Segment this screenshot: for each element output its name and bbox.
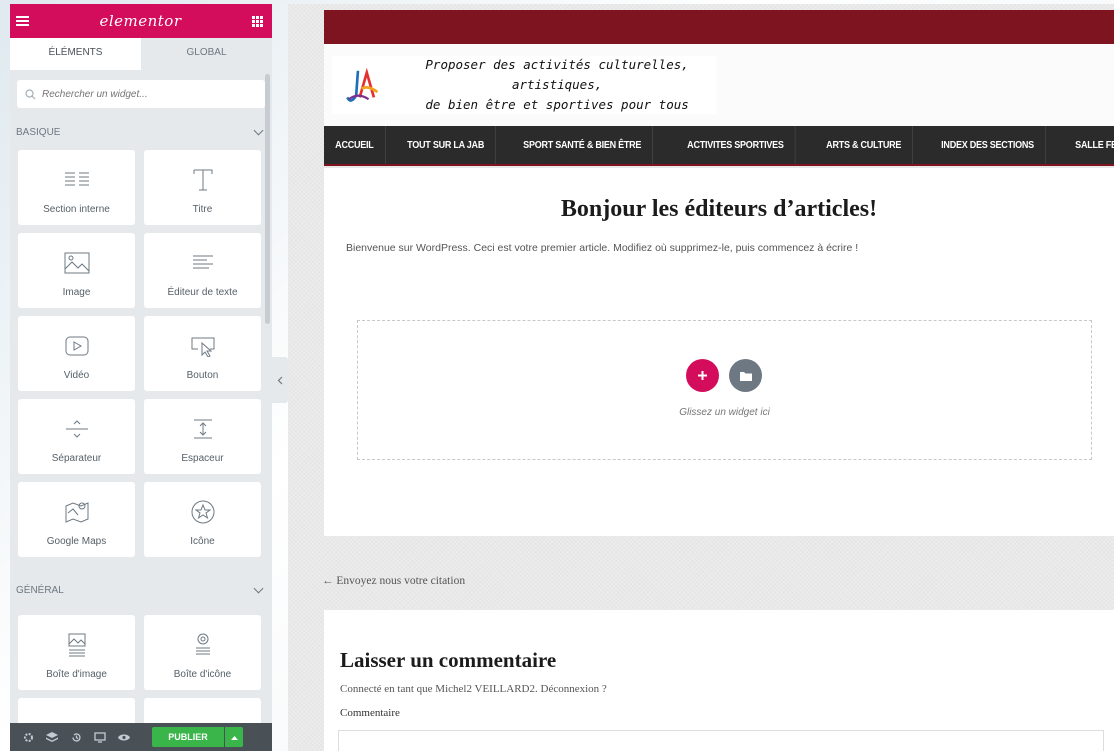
elementor-logo: elementor xyxy=(99,12,182,30)
elementor-panel: elementor ÉLÉMENTS GLOBAL BASIQUE Sectio… xyxy=(10,4,272,751)
widget-google-maps[interactable]: Google Maps xyxy=(18,482,135,557)
site-header: Proposer des activités culturelles, arti… xyxy=(324,44,1114,126)
main-navigation: ACCUEIL TOUT SUR LA JAB SPORT SANTÉ & BI… xyxy=(324,126,1114,166)
logged-in-text: Connecté en tant que Michel2 VEILLARD2. … xyxy=(340,683,607,695)
nav-item-tout-sur-la-jab[interactable]: TOUT SUR LA JAB xyxy=(396,126,496,164)
add-section-button[interactable] xyxy=(686,359,719,392)
navigator-layers-icon[interactable] xyxy=(40,731,64,743)
text-editor-icon xyxy=(191,248,215,278)
category-general-header[interactable]: GÉNÉRAL xyxy=(10,565,272,615)
widget-grid-basique: Section interne Titre Image Éditeur de t… xyxy=(10,150,272,557)
button-icon xyxy=(190,331,216,361)
nav-item-sport-sante[interactable]: SPORT SANTÉ & BIEN ÊTRE xyxy=(512,126,654,164)
widget-label: Icône xyxy=(190,535,215,547)
chevron-down-icon xyxy=(253,125,264,135)
article-body: Bienvenue sur WordPress. Ceci est votre … xyxy=(346,242,859,254)
drop-zone-text: Glissez un widget ici xyxy=(679,407,770,418)
panel-footer: PUBLIER xyxy=(10,723,272,751)
nav-item-arts-culture[interactable]: ARTS & CULTURE xyxy=(815,126,914,164)
caret-up-icon xyxy=(230,735,238,740)
drop-zone-buttons xyxy=(686,359,762,392)
widget-icone[interactable]: Icône xyxy=(144,482,261,557)
widget-drop-zone[interactable]: Glissez un widget ici xyxy=(357,320,1092,460)
icon-box-icon xyxy=(192,630,214,660)
site-tagline: Proposer des activités culturelles, arti… xyxy=(397,55,717,115)
columns-icon xyxy=(63,165,91,195)
nav-item-salle-festive[interactable]: SALLE FESTIVE xyxy=(1064,126,1114,164)
widget-label: Vidéo xyxy=(63,369,90,381)
search-input[interactable] xyxy=(42,88,252,100)
widget-label: Espaceur xyxy=(181,452,224,464)
widget-editeur-texte[interactable]: Éditeur de texte xyxy=(144,233,261,308)
site-top-bar xyxy=(324,10,1114,44)
publish-button[interactable]: PUBLIER xyxy=(152,727,224,747)
widget-label: Éditeur de texte xyxy=(167,286,238,298)
publish-options-button[interactable] xyxy=(225,727,243,747)
search-icon xyxy=(25,88,36,99)
star-icon xyxy=(190,497,216,527)
apps-grid-icon[interactable] xyxy=(251,15,263,27)
chevron-left-icon xyxy=(277,376,283,384)
plus-icon xyxy=(698,371,707,380)
panel-header: elementor xyxy=(10,4,272,38)
divider-icon xyxy=(64,414,90,444)
spacer-icon xyxy=(190,414,216,444)
preview-eye-icon[interactable] xyxy=(112,733,136,742)
widget-label: Image xyxy=(62,286,91,298)
comments-section: Laisser un commentaire Connecté en tant … xyxy=(324,610,1114,751)
video-icon xyxy=(64,331,90,361)
nav-item-index-sections[interactable]: INDEX DES SECTIONS xyxy=(930,126,1046,164)
comment-label: Commentaire xyxy=(340,707,400,719)
widget-section-interne[interactable]: Section interne xyxy=(18,150,135,225)
image-icon xyxy=(64,248,90,278)
widget-label: Google Maps xyxy=(46,535,107,547)
responsive-desktop-icon[interactable] xyxy=(88,731,112,743)
widget-label: Boîte d'icône xyxy=(173,668,232,680)
nav-item-activites-sportives[interactable]: ACTIVITES SPORTIVES xyxy=(676,126,796,164)
panel-scrollbar[interactable] xyxy=(265,74,270,324)
page-preview: Proposer des activités culturelles, arti… xyxy=(288,4,1114,751)
tab-global[interactable]: GLOBAL xyxy=(141,38,272,70)
history-icon[interactable] xyxy=(64,732,88,743)
widget-boite-image[interactable]: Boîte d'image xyxy=(18,615,135,690)
panel-tabs: ÉLÉMENTS GLOBAL xyxy=(10,38,272,70)
article-content: Bonjour les éditeurs d’articles! Bienven… xyxy=(324,168,1114,536)
widget-label: Bouton xyxy=(186,369,219,381)
panel-collapse-toggle[interactable] xyxy=(272,357,288,403)
settings-gear-icon[interactable] xyxy=(16,732,40,743)
comments-title: Laisser un commentaire xyxy=(340,648,557,672)
article-title: Bonjour les éditeurs d’articles! xyxy=(560,196,878,222)
widget-label: Titre xyxy=(192,203,213,215)
folder-icon xyxy=(739,371,752,381)
site-logo-banner[interactable]: Proposer des activités culturelles, arti… xyxy=(332,56,717,114)
widget-label: Séparateur xyxy=(51,452,102,464)
menu-icon[interactable] xyxy=(16,16,29,26)
widget-image[interactable]: Image xyxy=(18,233,135,308)
tagline-line-2: de bien être et sportives pour tous xyxy=(425,97,689,112)
tagline-line-1: Proposer des activités culturelles, arti… xyxy=(425,57,689,92)
chevron-down-icon xyxy=(253,583,264,593)
site-logo-icon xyxy=(346,67,379,102)
category-title: GÉNÉRAL xyxy=(16,584,64,596)
widget-bouton[interactable]: Bouton xyxy=(144,316,261,391)
image-box-icon xyxy=(66,630,88,660)
map-icon xyxy=(64,497,90,527)
add-template-button[interactable] xyxy=(729,359,762,392)
widget-titre[interactable]: Titre xyxy=(144,150,261,225)
widget-espaceur[interactable]: Espaceur xyxy=(144,399,261,474)
tab-elements[interactable]: ÉLÉMENTS xyxy=(10,38,141,70)
widget-boite-icone[interactable]: Boîte d'icône xyxy=(144,615,261,690)
heading-icon xyxy=(192,165,214,195)
widget-video[interactable]: Vidéo xyxy=(18,316,135,391)
search-box xyxy=(17,80,265,108)
previous-post-link[interactable]: ← Envoyez nous votre citation xyxy=(322,575,465,587)
nav-item-accueil[interactable]: ACCUEIL xyxy=(324,126,386,164)
widget-label: Boîte d'image xyxy=(46,668,107,680)
widget-separateur[interactable]: Séparateur xyxy=(18,399,135,474)
search-wrapper xyxy=(10,70,272,114)
category-basique-header[interactable]: BASIQUE xyxy=(10,114,272,150)
widget-label: Section interne xyxy=(43,203,110,215)
comment-textarea[interactable] xyxy=(338,730,1104,751)
category-title: BASIQUE xyxy=(16,126,61,138)
